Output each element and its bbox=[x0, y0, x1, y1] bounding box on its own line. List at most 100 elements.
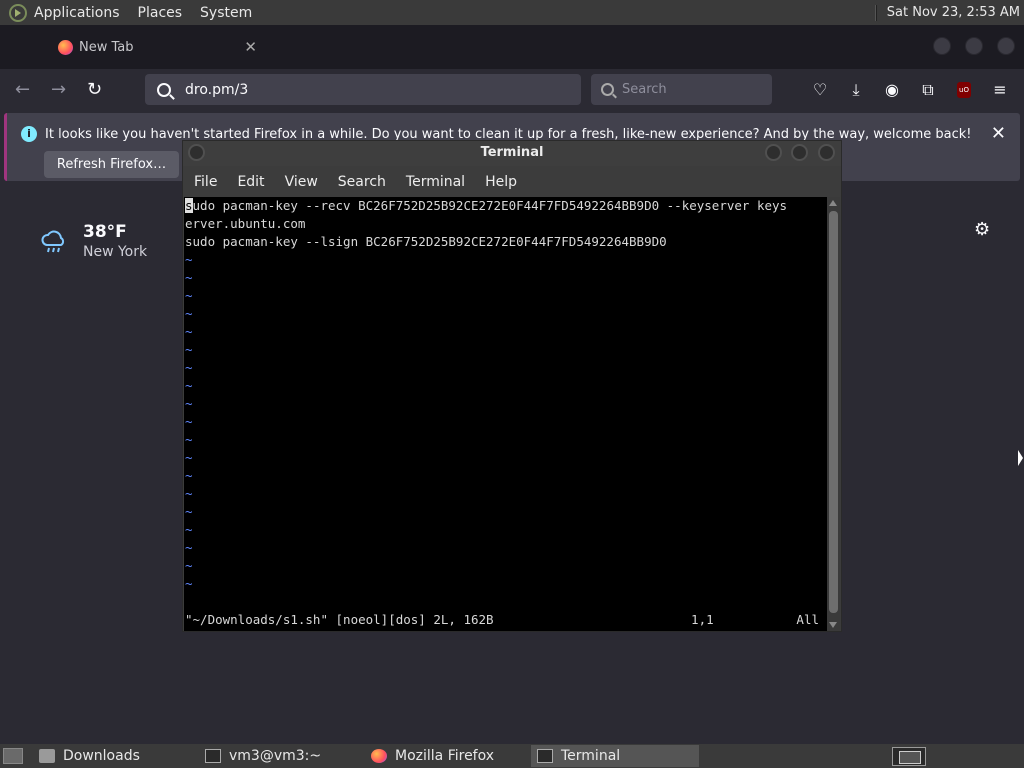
scroll-up-icon[interactable] bbox=[829, 200, 837, 206]
tab-new-tab[interactable]: New Tab ✕ bbox=[42, 31, 267, 63]
gear-icon[interactable]: ⚙ bbox=[974, 219, 990, 240]
terminal-menu-terminal[interactable]: Terminal bbox=[406, 174, 465, 190]
hamburger-menu-icon[interactable]: ≡ bbox=[990, 80, 1010, 100]
taskbar-label: Downloads bbox=[63, 748, 140, 764]
terminal-content[interactable]: sudo pacman-key --recv BC26F752D25B92CE2… bbox=[184, 197, 827, 631]
close-window-button[interactable] bbox=[997, 37, 1015, 55]
show-desktop-icon[interactable] bbox=[3, 748, 23, 764]
mouse-pointer-icon bbox=[1018, 450, 1023, 466]
tab-title: New Tab bbox=[79, 39, 134, 55]
terminal-icon bbox=[537, 749, 553, 763]
text-cursor: s bbox=[185, 198, 193, 213]
terminal-icon bbox=[205, 749, 221, 763]
vim-empty-line-marker: ~ bbox=[185, 306, 193, 321]
vim-cursor-position: 1,1 bbox=[691, 612, 714, 627]
refresh-firefox-button[interactable]: Refresh Firefox… bbox=[44, 151, 179, 178]
terminal-scrollbar[interactable] bbox=[827, 197, 840, 631]
terminal-title: Terminal bbox=[480, 145, 544, 160]
terminal-minimize-button[interactable] bbox=[765, 144, 782, 161]
empty-lines: ~ ~ ~ ~ ~ ~ ~ ~ ~ ~ ~ ~ ~ ~ ~ ~ ~ ~ ~ bbox=[184, 251, 827, 593]
scroll-down-icon[interactable] bbox=[829, 622, 837, 628]
top-panel: Applications Places System Sat Nov 23, 2… bbox=[0, 0, 1024, 25]
terminal-titlebar[interactable]: Terminal bbox=[183, 141, 841, 166]
taskbar-item-vm3[interactable]: vm3@vm3:~ bbox=[199, 745, 359, 767]
search-icon bbox=[157, 82, 171, 97]
vim-empty-line-marker: ~ bbox=[185, 576, 193, 591]
terminal-menu-view[interactable]: View bbox=[285, 174, 318, 190]
taskbar-item-downloads[interactable]: Downloads bbox=[33, 745, 193, 767]
tab-close-icon[interactable]: ✕ bbox=[244, 38, 257, 56]
browser-navbar: ← → ↻ dro.pm/3 Search ♡ ⤓ ◉ ⧉ uO ≡ bbox=[0, 69, 1024, 111]
clock[interactable]: Sat Nov 23, 2:53 AM bbox=[887, 5, 1020, 20]
back-arrow-icon[interactable]: ← bbox=[15, 79, 30, 100]
menu-applications[interactable]: Applications bbox=[34, 5, 120, 21]
vim-empty-line-marker: ~ bbox=[185, 270, 193, 285]
menu-places[interactable]: Places bbox=[138, 5, 183, 21]
vim-empty-line-marker: ~ bbox=[185, 486, 193, 501]
panel-separator bbox=[874, 4, 877, 21]
vim-empty-line-marker: ~ bbox=[185, 450, 193, 465]
vim-empty-line-marker: ~ bbox=[185, 504, 193, 519]
url-text[interactable]: dro.pm/3 bbox=[185, 82, 248, 98]
minimize-button[interactable] bbox=[933, 37, 951, 55]
ublock-origin-icon[interactable]: uO bbox=[957, 82, 971, 98]
cloud-rain-icon bbox=[41, 230, 65, 253]
workspace-switcher[interactable] bbox=[892, 747, 926, 766]
taskbar-label: vm3@vm3:~ bbox=[229, 748, 322, 764]
search-placeholder: Search bbox=[622, 82, 667, 97]
taskbar-item-terminal[interactable]: Terminal bbox=[531, 745, 699, 767]
folder-icon bbox=[39, 749, 55, 763]
terminal-line: erver.ubuntu.com bbox=[185, 216, 306, 231]
vim-empty-line-marker: ~ bbox=[185, 288, 193, 303]
firefox-icon bbox=[58, 39, 73, 55]
vim-empty-line-marker: ~ bbox=[185, 342, 193, 357]
terminal-menu-help[interactable]: Help bbox=[485, 174, 517, 190]
taskbar-label: Mozilla Firefox bbox=[395, 748, 495, 764]
maximize-button[interactable] bbox=[965, 37, 983, 55]
weather-temperature: 38°F bbox=[83, 222, 127, 242]
vim-empty-line-marker: ~ bbox=[185, 396, 193, 411]
vim-scroll-position: All bbox=[796, 612, 819, 627]
vim-empty-line-marker: ~ bbox=[185, 360, 193, 375]
url-bar[interactable]: dro.pm/3 bbox=[145, 74, 581, 105]
reload-icon[interactable]: ↻ bbox=[87, 79, 102, 100]
taskbar-item-firefox[interactable]: Mozilla Firefox bbox=[365, 745, 525, 767]
terminal-menu-button[interactable] bbox=[188, 144, 205, 161]
forward-arrow-icon[interactable]: → bbox=[51, 79, 66, 100]
terminal-maximize-button[interactable] bbox=[791, 144, 808, 161]
vim-empty-line-marker: ~ bbox=[185, 522, 193, 537]
vim-empty-line-marker: ~ bbox=[185, 558, 193, 573]
terminal-menu-search[interactable]: Search bbox=[338, 174, 386, 190]
vim-empty-line-marker: ~ bbox=[185, 252, 193, 267]
info-icon: i bbox=[21, 126, 37, 142]
browser-tabbar: New Tab ✕ bbox=[0, 25, 1024, 69]
extensions-icon[interactable]: ⧉ bbox=[918, 80, 938, 100]
terminal-menubar: File Edit View Search Terminal Help bbox=[183, 168, 841, 196]
vim-empty-line-marker: ~ bbox=[185, 432, 193, 447]
terminal-window[interactable]: Terminal File Edit View Search Terminal … bbox=[182, 140, 842, 632]
download-icon[interactable]: ⤓ bbox=[846, 80, 866, 100]
terminal-line-text: udo pacman-key --recv BC26F752D25B92CE27… bbox=[192, 198, 788, 213]
terminal-menu-file[interactable]: File bbox=[194, 174, 217, 190]
vim-position: 1,1 All bbox=[691, 611, 819, 629]
terminal-menu-edit[interactable]: Edit bbox=[237, 174, 264, 190]
vim-empty-line-marker: ~ bbox=[185, 414, 193, 429]
menu-system[interactable]: System bbox=[200, 5, 252, 21]
scrollbar-thumb[interactable] bbox=[829, 211, 838, 613]
pocket-icon[interactable]: ♡ bbox=[810, 80, 830, 100]
vim-empty-line-marker: ~ bbox=[185, 540, 193, 555]
search-icon bbox=[601, 83, 614, 96]
account-icon[interactable]: ◉ bbox=[882, 80, 902, 100]
weather-city: New York bbox=[83, 244, 148, 260]
vim-empty-line-marker: ~ bbox=[185, 324, 193, 339]
vim-empty-line-marker: ~ bbox=[185, 378, 193, 393]
firefox-icon bbox=[371, 749, 387, 763]
terminal-line: sudo pacman-key --recv BC26F752D25B92CE2… bbox=[184, 197, 827, 215]
terminal-line: sudo pacman-key --lsign BC26F752D25B92CE… bbox=[185, 234, 667, 249]
search-input[interactable]: Search bbox=[591, 74, 772, 105]
vim-empty-line-marker: ~ bbox=[185, 468, 193, 483]
applications-logo-icon[interactable] bbox=[9, 3, 27, 22]
close-icon[interactable]: ✕ bbox=[991, 123, 1006, 144]
taskbar-label: Terminal bbox=[561, 748, 621, 764]
terminal-close-button[interactable] bbox=[818, 144, 835, 161]
